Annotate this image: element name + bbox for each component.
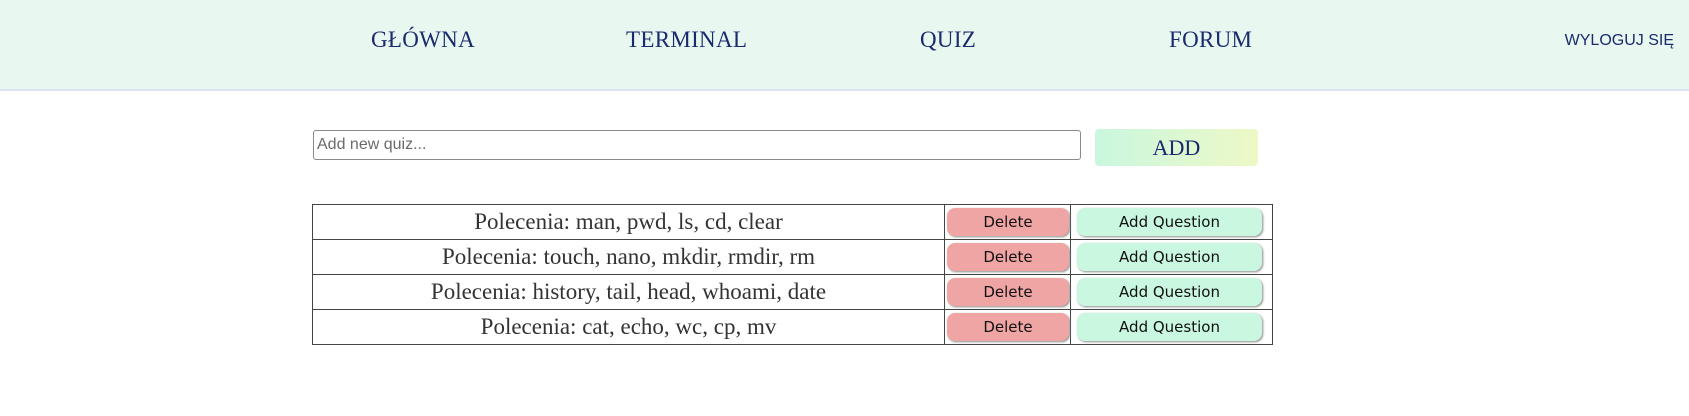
quiz-name: Polecenia: touch, nano, mkdir, rmdir, rm [311,239,946,275]
nav-link-glowna[interactable]: GŁÓWNA [371,27,475,53]
delete-button[interactable]: Delete [947,243,1069,271]
logout-link[interactable]: WYLOGUJ SIĘ [1565,32,1674,50]
new-quiz-input[interactable] [313,130,1081,160]
quiz-name: Polecenia: history, tail, head, whoami, … [311,274,946,310]
table-row: Polecenia: history, tail, head, whoami, … [311,274,1273,310]
table-row: Polecenia: man, pwd, ls, cd, clear Delet… [311,204,1273,240]
delete-button[interactable]: Delete [947,313,1069,341]
add-question-button[interactable]: Add Question [1077,313,1262,341]
nav-link-forum[interactable]: FORUM [1169,27,1252,53]
add-question-button[interactable]: Add Question [1077,208,1262,236]
add-quiz-button[interactable]: ADD [1095,129,1258,166]
quiz-name: Polecenia: cat, echo, wc, cp, mv [311,309,946,345]
table-row: Polecenia: cat, echo, wc, cp, mv Delete … [311,309,1273,345]
table-row: Polecenia: touch, nano, mkdir, rmdir, rm… [311,239,1273,275]
nav-link-quiz[interactable]: QUIZ [920,27,976,53]
quiz-table: Polecenia: man, pwd, ls, cd, clear Delet… [311,204,1273,345]
delete-button[interactable]: Delete [947,208,1069,236]
delete-button[interactable]: Delete [947,278,1069,306]
nav-link-terminal[interactable]: TERMINAL [626,27,747,53]
add-question-button[interactable]: Add Question [1077,243,1262,271]
add-question-button[interactable]: Add Question [1077,278,1262,306]
top-navigation-bar: GŁÓWNA TERMINAL QUIZ FORUM WYLOGUJ SIĘ [0,0,1689,91]
quiz-name: Polecenia: man, pwd, ls, cd, clear [311,204,946,240]
